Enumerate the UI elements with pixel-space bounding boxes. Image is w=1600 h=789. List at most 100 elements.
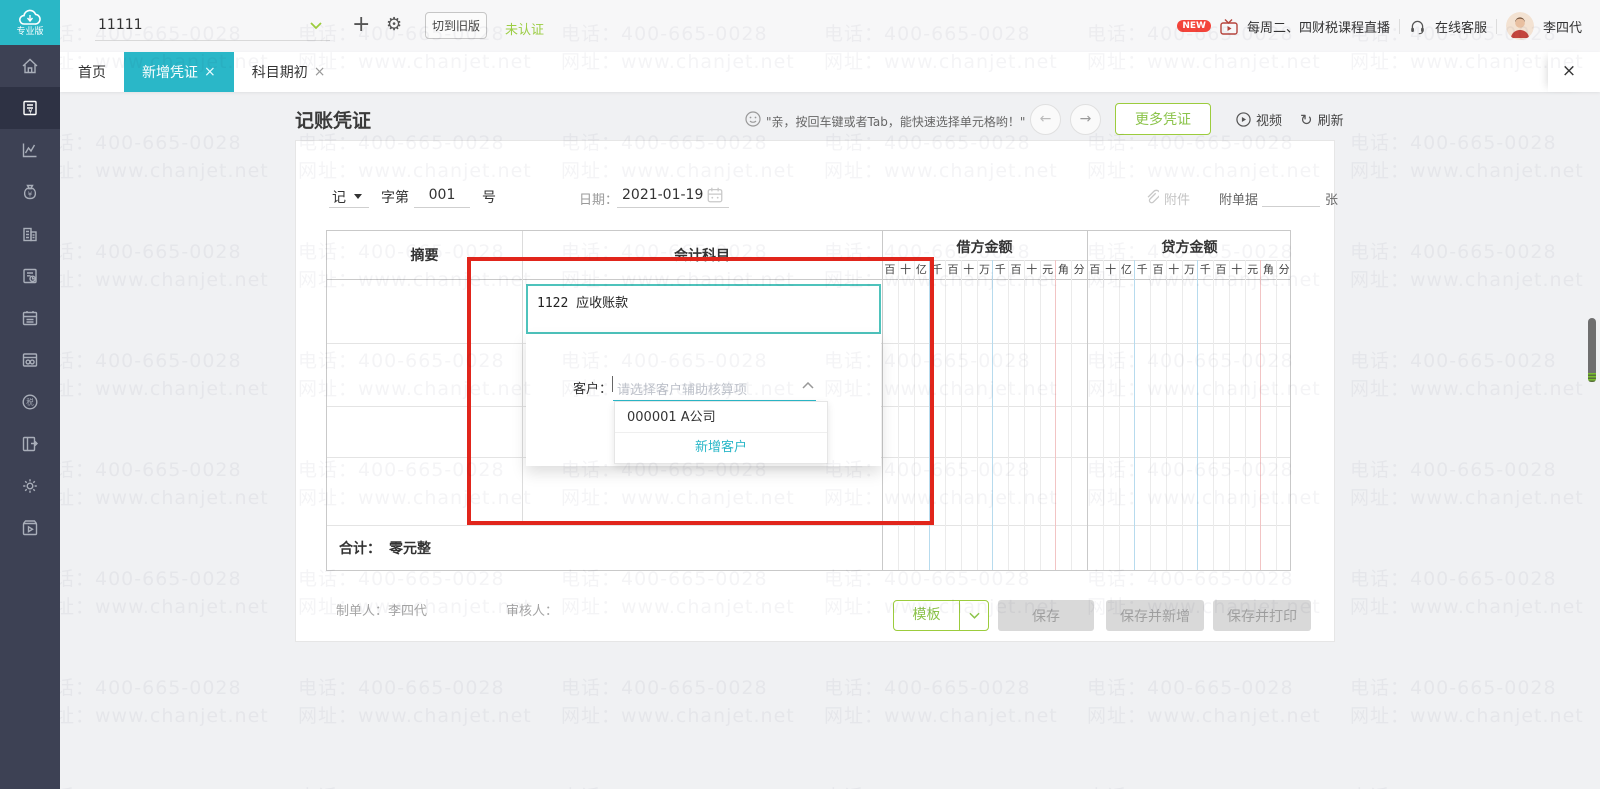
sheets-input[interactable] [1262, 206, 1320, 207]
tab-label: 新增凭证 [142, 62, 198, 82]
grid-line [961, 260, 962, 570]
digit-column-label: 万 [1182, 260, 1198, 279]
digit-column-label: 十 [898, 260, 914, 279]
save-and-print-button[interactable]: 保存并打印 [1213, 600, 1311, 631]
avatar[interactable] [1506, 12, 1534, 40]
digit-column-label: 十 [1024, 260, 1040, 279]
customer-select-input[interactable]: 请选择客户辅助核算项 [617, 379, 747, 398]
grid-line [522, 231, 523, 525]
user-name[interactable]: 李四代 [1543, 17, 1582, 36]
headset-icon[interactable] [1409, 18, 1426, 35]
main-content: 记账凭证 "亲，按回车键或者Tab，能快速选择单元格哟！" ← → 更多凭证 视… [60, 92, 1600, 789]
tabbar: 首页新增凭证×科目期初× × [60, 52, 1600, 92]
app-logo[interactable]: 专业版 [0, 0, 60, 45]
account-subject-input[interactable]: 1122 应收账款 [526, 284, 881, 334]
tab-new-voucher[interactable]: 新增凭证 × [124, 52, 234, 92]
options: 000001 A公司 [615, 402, 827, 433]
gear-icon[interactable]: ⚙ [386, 14, 402, 35]
grid-line [1071, 260, 1072, 570]
video-link[interactable]: 视频 [1236, 110, 1282, 129]
sidebar-item-statement[interactable] [0, 255, 60, 297]
grid-line [1229, 260, 1230, 570]
report-chart-icon [20, 140, 40, 160]
grid-line [945, 260, 946, 570]
sidebar-item-assets-building[interactable] [0, 213, 60, 255]
digit-column-label: 百 [882, 260, 898, 279]
calendar-icon[interactable] [706, 186, 724, 204]
customer-option[interactable]: 000001 A公司 [615, 402, 827, 433]
sidebar-item-voucher[interactable]: ¥ [0, 87, 60, 129]
grid-line [1087, 231, 1088, 570]
digit-column-label: 十 [1229, 260, 1245, 279]
digit-column-label: 万 [977, 260, 993, 279]
date-label: 日期： [579, 189, 618, 208]
save-button[interactable]: 保存 [998, 600, 1094, 631]
add-customer-link[interactable]: 新增客户 [615, 433, 827, 463]
voucher-number-underline [414, 207, 470, 208]
next-voucher-button[interactable]: → [1070, 104, 1101, 135]
sidebar-item-checkout[interactable] [0, 423, 60, 465]
sidebar-menu: ¥ ¥ 税 [0, 45, 60, 549]
invoice-icon [20, 308, 40, 328]
divider [1496, 19, 1497, 34]
grid-line [1119, 260, 1120, 570]
sidebar-item-settings-gear[interactable] [0, 465, 60, 507]
col-header-summary: 摘要 [327, 245, 522, 265]
attachment-label[interactable]: 附件 [1164, 189, 1190, 208]
date-input[interactable]: 2021-01-19 [622, 187, 703, 203]
live-tv-icon[interactable] [1220, 18, 1238, 35]
new-badge: NEW [1177, 20, 1211, 32]
grid-line [1040, 260, 1041, 570]
save-and-new-button[interactable]: 保存并新增 [1106, 600, 1204, 631]
sidebar-item-home[interactable] [0, 45, 60, 87]
previous-voucher-button[interactable]: ← [1030, 104, 1061, 135]
sidebar-item-salary[interactable] [0, 339, 60, 381]
grid-line [1166, 260, 1167, 570]
topbar: 11111 + ⚙ 切到旧版 未认证 NEW 每周二、四财税课程直播 在线客服 [60, 0, 1600, 52]
digit-column-label: 分 [1276, 260, 1292, 279]
digit-column-label: 亿 [1119, 260, 1135, 279]
digit-column-label: 角 [1260, 260, 1276, 279]
hint-text: "亲，按回车键或者Tab，能快速选择单元格哟！" [766, 113, 1025, 130]
statement-icon [20, 266, 40, 286]
grid-line [1103, 260, 1104, 570]
divider [1399, 19, 1400, 34]
close-icon[interactable]: × [204, 65, 216, 79]
sidebar-item-cashier-funds[interactable]: ¥ [0, 171, 60, 213]
chevron-up-icon[interactable] [802, 382, 814, 389]
add-icon[interactable]: + [352, 12, 370, 37]
chevron-down-icon[interactable] [310, 22, 322, 30]
tab-home[interactable]: 首页 [60, 52, 124, 92]
switch-old-version-button[interactable]: 切到旧版 [425, 12, 487, 39]
certification-status[interactable]: 未认证 [505, 19, 544, 38]
sidebar-item-report-chart[interactable] [0, 129, 60, 171]
chevron-down-icon[interactable] [960, 601, 988, 630]
grid-line [327, 279, 1290, 280]
digit-column-label: 亿 [914, 260, 930, 279]
more-vouchers-button[interactable]: 更多凭证 [1115, 103, 1211, 135]
digit-column-label: 元 [1245, 260, 1261, 279]
tab-opening-balance[interactable]: 科目期初× [234, 52, 344, 92]
sidebar-item-tax[interactable]: 税 [0, 381, 60, 423]
scrollbar-thumb[interactable] [1588, 318, 1596, 373]
attached-docs-label: 附单据 [1219, 189, 1258, 208]
digit-column-label: 分 [1071, 260, 1087, 279]
text-cursor [612, 376, 613, 392]
close-icon[interactable]: × [314, 65, 326, 79]
scrollbar-grip[interactable] [1588, 373, 1596, 382]
online-support-link[interactable]: 在线客服 [1435, 17, 1487, 36]
sidebar-item-invoice[interactable] [0, 297, 60, 339]
account-name[interactable]: 11111 [98, 17, 143, 33]
voucher-number-input[interactable]: 001 [414, 187, 470, 203]
refresh-label: 刷新 [1318, 110, 1344, 129]
digit-column-label: 十 [1166, 260, 1182, 279]
voucher-word-select[interactable]: 记 [332, 187, 346, 207]
template-split-button[interactable]: 模板 [893, 600, 989, 631]
close-icon[interactable]: × [1548, 52, 1590, 92]
tabs: 首页新增凭证×科目期初× [60, 52, 1600, 92]
refresh-link[interactable]: ↻ 刷新 [1300, 110, 1344, 129]
template-button-label[interactable]: 模板 [894, 601, 959, 630]
live-course-link[interactable]: 每周二、四财税课程直播 [1247, 17, 1390, 36]
paperclip-icon [1144, 189, 1159, 205]
sidebar-item-tutorial-video[interactable] [0, 507, 60, 549]
